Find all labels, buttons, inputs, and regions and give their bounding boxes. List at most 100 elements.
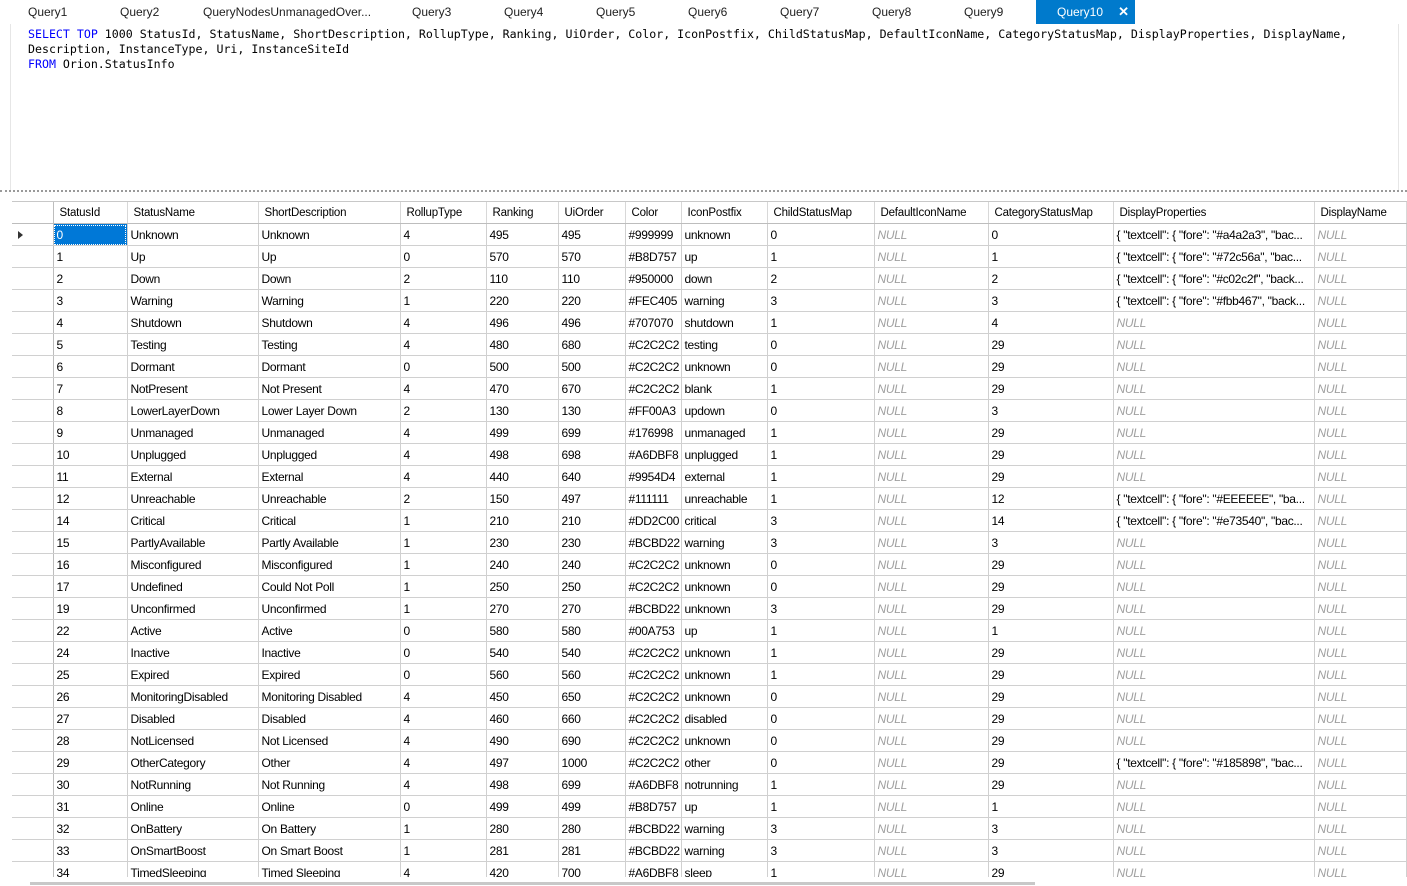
cell-iconpostfix[interactable]: up [681, 795, 768, 818]
cell-displayname[interactable]: NULL [1314, 707, 1407, 730]
results-grid[interactable]: StatusId StatusName ShortDescription Rollup… [12, 201, 1407, 878]
cell-statusid[interactable]: 32 [53, 817, 128, 840]
column-header-categorystatusmap[interactable]: CategoryStatusMap [988, 202, 1114, 224]
cell-uiorder[interactable]: 250 [558, 575, 626, 598]
cell-childstatusmap[interactable]: 1 [767, 487, 875, 510]
cell-rolluptype[interactable]: 0 [400, 245, 487, 268]
cell-statusid[interactable]: 0 [53, 223, 128, 246]
cell-uiorder[interactable]: 700 [558, 861, 626, 878]
cell-displayname[interactable]: NULL [1314, 267, 1407, 290]
cell-categorystatusmap[interactable]: 3 [988, 839, 1114, 862]
cell-statusid[interactable]: 3 [53, 289, 128, 312]
cell-statusid[interactable]: 1 [53, 245, 128, 268]
cell-ranking[interactable]: 460 [486, 707, 559, 730]
cell-statusid[interactable]: 27 [53, 707, 128, 730]
cell-iconpostfix[interactable]: down [681, 267, 768, 290]
cell-color[interactable]: #BCBD22 [625, 817, 682, 840]
cell-categorystatusmap[interactable]: 3 [988, 817, 1114, 840]
cell-shortdescription[interactable]: External [258, 465, 401, 488]
cell-rolluptype[interactable]: 1 [400, 839, 487, 862]
cell-iconpostfix[interactable]: up [681, 619, 768, 642]
cell-rolluptype[interactable]: 4 [400, 729, 487, 752]
tab-query10[interactable]: Query10 ✕ [1036, 0, 1135, 24]
cell-childstatusmap[interactable]: 0 [767, 399, 875, 422]
row-selector[interactable] [12, 619, 54, 642]
cell-displayproperties[interactable]: NULL [1113, 773, 1315, 796]
table-row[interactable]: 14 Critical Critical 1 210 210 #DD2C00 critical… [12, 509, 1407, 532]
cell-color[interactable]: #C2C2C2 [625, 641, 682, 664]
cell-shortdescription[interactable]: Critical [258, 509, 401, 532]
cell-categorystatusmap[interactable]: 14 [988, 509, 1114, 532]
cell-statusid[interactable]: 28 [53, 729, 128, 752]
cell-statusname[interactable]: Active [127, 619, 259, 642]
cell-displayproperties[interactable]: NULL [1113, 575, 1315, 598]
cell-uiorder[interactable]: 496 [558, 311, 626, 334]
row-selector[interactable] [12, 817, 54, 840]
cell-shortdescription[interactable]: Disabled [258, 707, 401, 730]
cell-rolluptype[interactable]: 0 [400, 355, 487, 378]
table-row[interactable]: 6 Dormant Dormant 0 500 500 #C2C2C2 unknown 0 NUL… [12, 355, 1407, 378]
cell-defaulticonname[interactable]: NULL [874, 619, 989, 642]
cell-rolluptype[interactable]: 4 [400, 443, 487, 466]
tab-query6[interactable]: Query6 [688, 0, 727, 24]
cell-statusname[interactable]: Critical [127, 509, 259, 532]
cell-categorystatusmap[interactable]: 29 [988, 377, 1114, 400]
cell-rolluptype[interactable]: 1 [400, 531, 487, 554]
cell-uiorder[interactable]: 640 [558, 465, 626, 488]
cell-rolluptype[interactable]: 2 [400, 487, 487, 510]
cell-rolluptype[interactable]: 0 [400, 619, 487, 642]
cell-childstatusmap[interactable]: 3 [767, 817, 875, 840]
cell-ranking[interactable]: 150 [486, 487, 559, 510]
cell-childstatusmap[interactable]: 0 [767, 685, 875, 708]
cell-defaulticonname[interactable]: NULL [874, 773, 989, 796]
cell-shortdescription[interactable]: Not Licensed [258, 729, 401, 752]
row-selector[interactable] [12, 289, 54, 312]
cell-defaulticonname[interactable]: NULL [874, 553, 989, 576]
cell-statusname[interactable]: NotLicensed [127, 729, 259, 752]
cell-color[interactable]: #950000 [625, 267, 682, 290]
cell-defaulticonname[interactable]: NULL [874, 465, 989, 488]
cell-defaulticonname[interactable]: NULL [874, 795, 989, 818]
cell-iconpostfix[interactable]: up [681, 245, 768, 268]
cell-shortdescription[interactable]: Other [258, 751, 401, 774]
cell-categorystatusmap[interactable]: 29 [988, 421, 1114, 444]
cell-displayname[interactable]: NULL [1314, 575, 1407, 598]
cell-ranking[interactable]: 450 [486, 685, 559, 708]
cell-categorystatusmap[interactable]: 3 [988, 531, 1114, 554]
row-selector[interactable] [12, 487, 54, 510]
cell-statusid[interactable]: 11 [53, 465, 128, 488]
row-selector[interactable] [12, 597, 54, 620]
cell-ranking[interactable]: 490 [486, 729, 559, 752]
cell-categorystatusmap[interactable]: 29 [988, 707, 1114, 730]
table-row[interactable]: 9 Unmanaged Unmanaged 4 499 699 #176998 unmanag… [12, 421, 1407, 444]
tab-query-nodes-unmanaged[interactable]: QueryNodesUnmanagedOver... [203, 0, 371, 24]
cell-defaulticonname[interactable]: NULL [874, 245, 989, 268]
table-row[interactable]: 5 Testing Testing 4 480 680 #C2C2C2 testing 0 NUL… [12, 333, 1407, 356]
cell-defaulticonname[interactable]: NULL [874, 399, 989, 422]
cell-iconpostfix[interactable]: disabled [681, 707, 768, 730]
cell-displayproperties[interactable]: NULL [1113, 619, 1315, 642]
cell-iconpostfix[interactable]: unknown [681, 355, 768, 378]
cell-childstatusmap[interactable]: 1 [767, 619, 875, 642]
cell-uiorder[interactable]: 130 [558, 399, 626, 422]
cell-rolluptype[interactable]: 4 [400, 223, 487, 246]
cell-statusid[interactable]: 5 [53, 333, 128, 356]
row-header-corner[interactable] [12, 202, 54, 224]
cell-ranking[interactable]: 250 [486, 575, 559, 598]
cell-color[interactable]: #C2C2C2 [625, 575, 682, 598]
cell-color[interactable]: #C2C2C2 [625, 333, 682, 356]
cell-ranking[interactable]: 495 [486, 223, 559, 246]
cell-shortdescription[interactable]: Unmanaged [258, 421, 401, 444]
cell-defaulticonname[interactable]: NULL [874, 421, 989, 444]
cell-statusid[interactable]: 7 [53, 377, 128, 400]
table-row[interactable]: 1 Up Up 0 570 570 #B8D757 up 1 NULL 1{ "textcell":… [12, 245, 1407, 268]
cell-statusname[interactable]: Down [127, 267, 259, 290]
cell-statusname[interactable]: NotPresent [127, 377, 259, 400]
cell-shortdescription[interactable]: Not Present [258, 377, 401, 400]
cell-iconpostfix[interactable]: warning [681, 839, 768, 862]
cell-statusname[interactable]: Unmanaged [127, 421, 259, 444]
cell-statusid[interactable]: 31 [53, 795, 128, 818]
cell-color[interactable]: #C2C2C2 [625, 355, 682, 378]
cell-shortdescription[interactable]: Could Not Poll [258, 575, 401, 598]
cell-shortdescription[interactable]: Expired [258, 663, 401, 686]
